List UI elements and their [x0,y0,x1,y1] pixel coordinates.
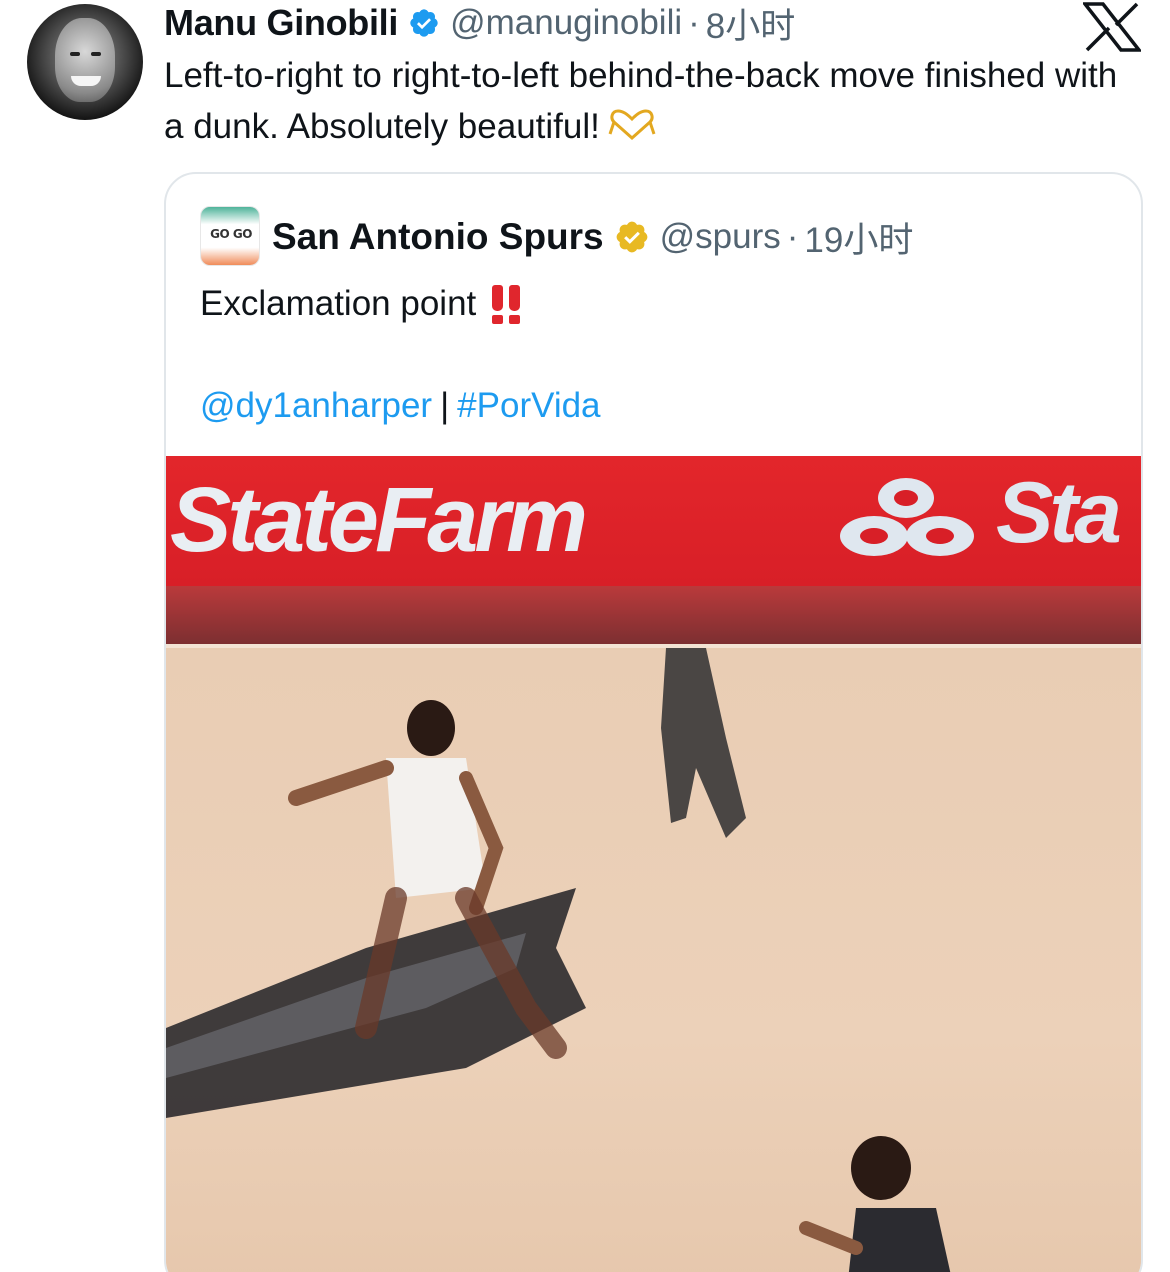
quoted-tweet-card[interactable]: GO GO San Antonio Spurs @spurs · 19小时 Ex… [164,172,1143,1272]
player-head [407,700,455,756]
quoted-tweet-header: San Antonio Spurs @spurs · 19小时 [272,214,913,260]
banner-text: StateFarm [170,469,588,571]
tweet-header: Manu Ginobili @manuginobili · 8小时 [164,2,795,46]
scorers-table-board [166,586,1141,646]
handle[interactable]: @manuginobili [450,3,682,43]
tweet-text: Left-to-right to right-to-left behind-th… [164,50,1124,152]
quoted-handle[interactable]: @spurs [660,217,781,257]
gold-verified-badge-icon [616,221,648,253]
banner-text-right: Sta [996,465,1122,561]
quoted-text-content: Exclamation point [200,284,477,323]
avatar-eye-left [70,52,80,56]
heart-hands-icon [608,109,656,141]
defender-arm [799,1221,863,1255]
avatar-logo-text: GO GO [210,227,252,241]
player-arm [288,760,394,806]
separator-dot: · [688,3,700,42]
double-exclamation-icon [492,285,521,324]
avatar-face [55,18,115,102]
tweet-screenshot: Manu Ginobili @manuginobili · 8小时 Left-t… [0,0,1170,1272]
quoted-tweet-links: @dy1anharper | #PorVida [200,386,601,426]
background-player [661,648,746,838]
video-media[interactable]: StateFarm Sta [166,456,1141,1272]
spurs-avatar[interactable]: GO GO [200,206,260,266]
court-scene [166,648,951,1272]
verified-badge-icon [410,9,438,37]
defender-jersey [848,1208,951,1272]
mention-link[interactable]: @dy1anharper [200,386,432,425]
state-farm-logo-icon [840,478,974,556]
quoted-separator-dot: · [786,217,799,256]
defender-head [851,1136,911,1200]
hashtag-link[interactable]: #PorVida [457,386,600,425]
basketball-court [166,648,1141,1272]
display-name[interactable]: Manu Ginobili [164,2,398,44]
link-separator: | [440,386,450,425]
x-logo-icon [1083,2,1141,52]
exclamation-mark [492,285,504,324]
quoted-display-name[interactable]: San Antonio Spurs [272,216,604,258]
timestamp[interactable]: 8小时 [706,0,795,49]
quoted-tweet-text: Exclamation point [200,284,521,324]
avatar-eye-right [91,52,101,56]
arena-banner: StateFarm Sta [166,456,1141,586]
exclamation-mark [509,285,521,324]
quoted-timestamp[interactable]: 19小时 [804,212,913,263]
avatar[interactable] [27,4,143,120]
